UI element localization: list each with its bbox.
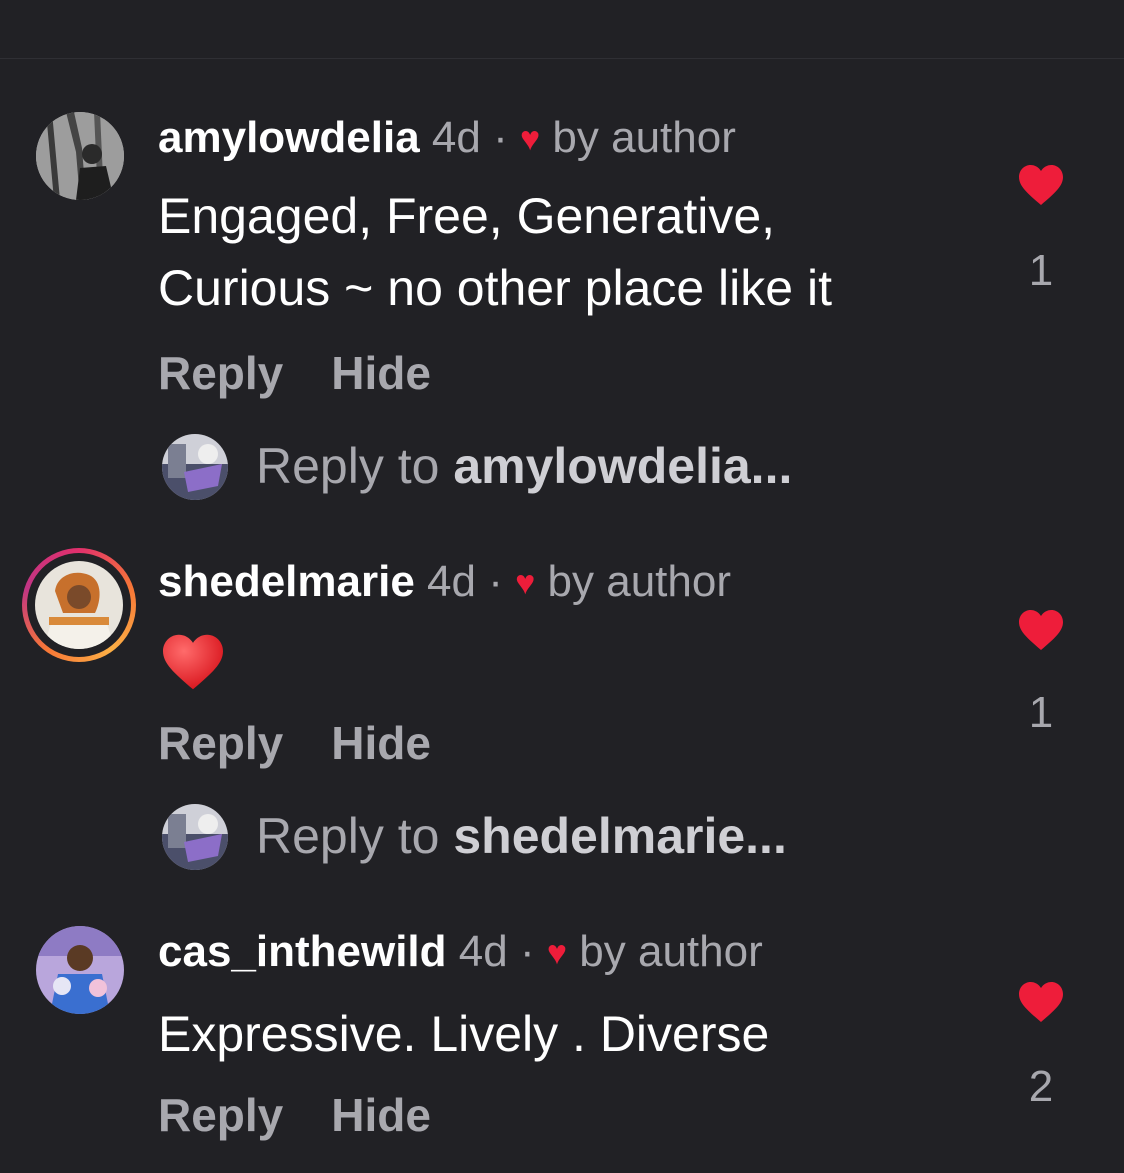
comment-text-line: Curious ~ no other place like it bbox=[158, 260, 832, 316]
red-heart-emoji bbox=[163, 634, 223, 690]
username[interactable]: shedelmarie bbox=[158, 557, 415, 606]
hide-button[interactable]: Hide bbox=[331, 717, 431, 769]
liked-by-author: by author bbox=[579, 927, 763, 976]
liked-by-author: by author bbox=[547, 557, 732, 606]
separator: · bbox=[519, 927, 535, 976]
timestamp: 4d bbox=[458, 927, 508, 976]
reply-button[interactable]: Reply bbox=[158, 717, 283, 769]
comment-header: amylowdelia 4d · ♥ by author bbox=[158, 112, 736, 165]
heart-icon[interactable] bbox=[1016, 980, 1066, 1024]
reply-target: amylowdelia... bbox=[453, 438, 793, 494]
small-heart-icon: ♥ bbox=[519, 120, 541, 158]
reply-button[interactable]: Reply bbox=[158, 347, 283, 399]
comment-text: Engaged, Free, Generative, Curious ~ no … bbox=[158, 180, 832, 324]
reply-to-label: Reply to amylowdelia... bbox=[256, 436, 792, 496]
reply-prefix: Reply to bbox=[256, 438, 440, 494]
like-count: 1 bbox=[1028, 688, 1054, 737]
comment-actions: Reply Hide bbox=[158, 716, 479, 770]
username[interactable]: cas_inthewild bbox=[158, 927, 447, 976]
reply-prefix: Reply to bbox=[256, 808, 440, 864]
current-user-avatar bbox=[162, 804, 228, 870]
hide-button[interactable]: Hide bbox=[331, 347, 431, 399]
avatar-amylowdelia[interactable] bbox=[36, 112, 124, 200]
comment-actions: Reply Hide bbox=[158, 346, 479, 400]
comment-text-line: Engaged, Free, Generative, bbox=[158, 188, 776, 244]
like-count: 2 bbox=[1028, 1062, 1054, 1111]
avatar-cas_inthewild[interactable] bbox=[36, 926, 124, 1014]
separator: · bbox=[488, 557, 503, 606]
comment-text: Expressive. Lively . Diverse bbox=[158, 1006, 770, 1062]
separator: · bbox=[493, 113, 508, 162]
comment-header: shedelmarie 4d · ♥ by author bbox=[158, 556, 731, 609]
reply-to-label: Reply to shedelmarie... bbox=[256, 806, 787, 866]
hide-button[interactable]: Hide bbox=[331, 1089, 431, 1141]
timestamp: 4d bbox=[431, 113, 481, 162]
like-count: 1 bbox=[1028, 246, 1054, 295]
reply-button[interactable]: Reply bbox=[158, 1089, 283, 1141]
avatar-shedelmarie[interactable] bbox=[35, 561, 123, 649]
timestamp: 4d bbox=[427, 557, 476, 606]
heart-icon[interactable] bbox=[1016, 608, 1066, 652]
small-heart-icon: ♥ bbox=[546, 934, 568, 972]
username[interactable]: amylowdelia bbox=[158, 113, 420, 162]
current-user-avatar bbox=[162, 434, 228, 500]
top-divider bbox=[0, 58, 1124, 59]
reply-target: shedelmarie... bbox=[453, 808, 787, 864]
heart-icon[interactable] bbox=[1016, 163, 1066, 207]
small-heart-icon: ♥ bbox=[515, 564, 536, 602]
comment-actions: Reply Hide bbox=[158, 1088, 479, 1142]
comment-header: cas_inthewild 4d · ♥ by author bbox=[158, 926, 763, 979]
liked-by-author: by author bbox=[552, 113, 736, 162]
